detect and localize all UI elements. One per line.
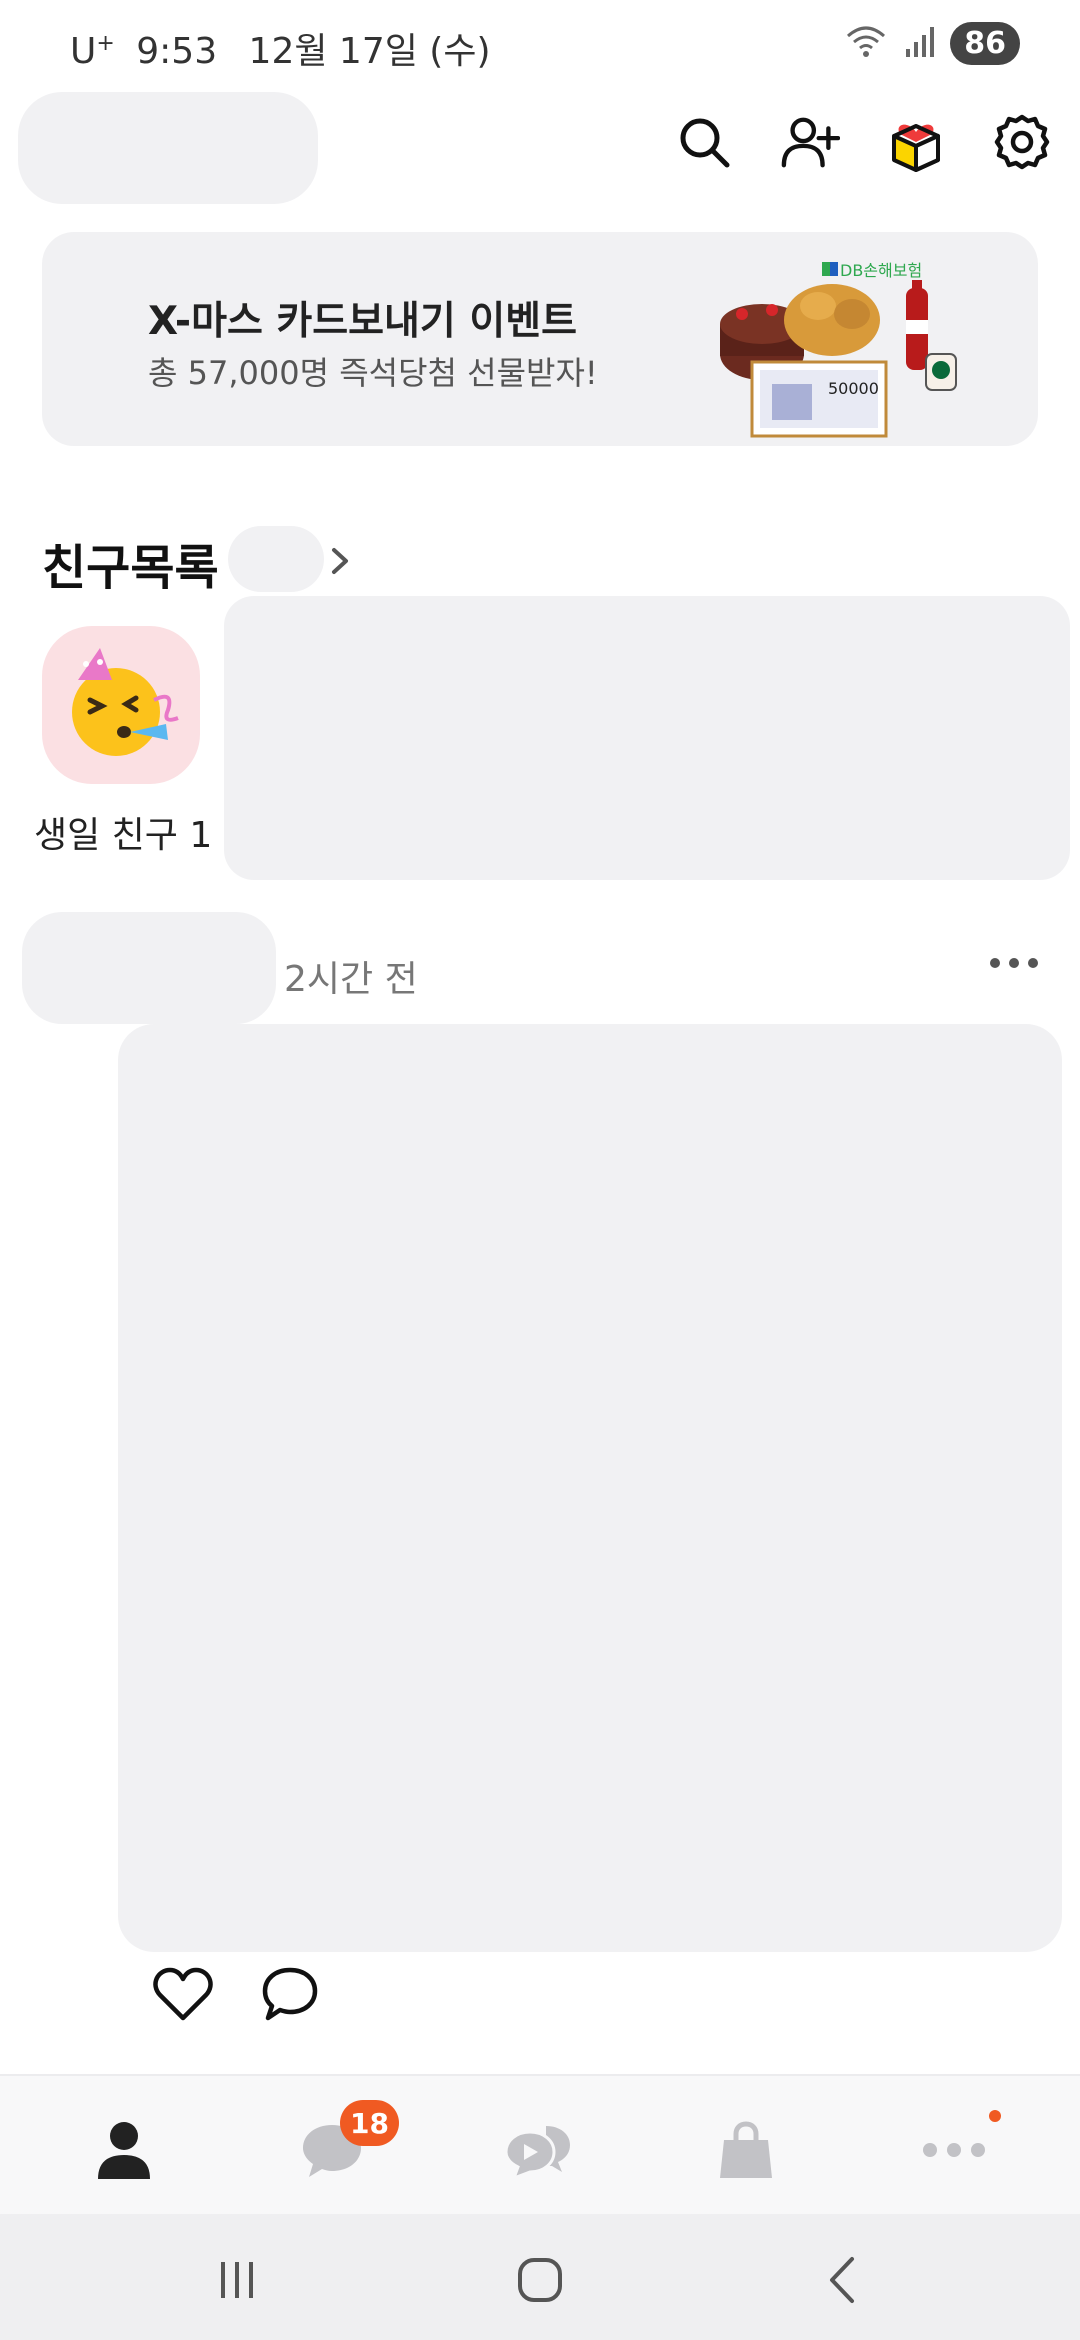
shopping-tab[interactable]	[710, 2114, 782, 2186]
status-right: 86	[844, 22, 1020, 65]
friends-list-title[interactable]: 친구목록	[42, 528, 219, 598]
banner-title: X-마스 카드보내기 이벤트	[148, 299, 578, 344]
friends-tab[interactable]	[88, 2114, 160, 2186]
post-time: 2시간 전	[284, 959, 418, 1000]
system-navigation-bar	[0, 2214, 1080, 2340]
carrier-label: U+	[70, 31, 115, 72]
banner-gift-image: DB손해보험 50000	[712, 244, 972, 444]
event-banner[interactable]: X-마스 카드보내기 이벤트 총 57,000명 즉석당첨 선물받자! DB손해…	[42, 232, 1038, 446]
search-icon[interactable]	[674, 112, 734, 172]
more-notification-dot	[989, 2110, 1001, 2122]
status-left: U+ 9:53 12월 17일 (수)	[70, 22, 491, 74]
more-dots-icon	[923, 2143, 985, 2157]
comment-icon[interactable]	[262, 1966, 318, 2026]
friends-list-placeholder	[224, 596, 1070, 880]
birthday-friend-label: 생일 친구 1	[34, 815, 213, 856]
shopping-bag-icon	[720, 2121, 772, 2178]
banner-subtitle: 총 57,000명 즉석당첨 선물받자!	[148, 354, 598, 392]
voucher-amount: 50000	[828, 379, 879, 398]
wifi-icon	[844, 24, 888, 64]
more-options-icon[interactable]	[990, 958, 1038, 968]
header-actions	[674, 112, 1052, 172]
chat-unread-badge: 18	[340, 2100, 399, 2146]
person-icon	[98, 2122, 150, 2179]
post-author-placeholder[interactable]	[22, 912, 276, 1024]
chevron-right-icon[interactable]	[328, 544, 352, 582]
open-chat-icon	[504, 2126, 570, 2180]
status-time: 9:53	[136, 31, 218, 72]
banner-sponsor: DB손해보험	[840, 261, 922, 280]
bottom-navigation	[0, 2074, 1080, 2214]
profile-placeholder[interactable]	[18, 92, 318, 204]
status-bar: U+ 9:53 12월 17일 (수) 86	[0, 0, 1080, 96]
add-friend-icon[interactable]	[780, 112, 840, 172]
settings-icon[interactable]	[992, 112, 1052, 172]
heart-icon[interactable]	[152, 1966, 214, 2026]
friends-count-placeholder	[228, 526, 324, 592]
post-content-placeholder[interactable]	[118, 1024, 1062, 1952]
back-icon[interactable]	[812, 2250, 872, 2310]
signal-icon	[904, 25, 935, 63]
status-date: 12월 17일 (수)	[248, 31, 491, 72]
birthday-friend-avatar[interactable]	[42, 626, 200, 784]
home-icon[interactable]	[510, 2250, 570, 2310]
recent-apps-icon[interactable]	[207, 2250, 267, 2310]
party-face-icon	[72, 648, 179, 756]
more-tab[interactable]	[918, 2114, 990, 2186]
gift-icon[interactable]	[886, 112, 946, 172]
battery-indicator: 86	[950, 22, 1020, 65]
openchat-tab[interactable]	[502, 2114, 574, 2186]
